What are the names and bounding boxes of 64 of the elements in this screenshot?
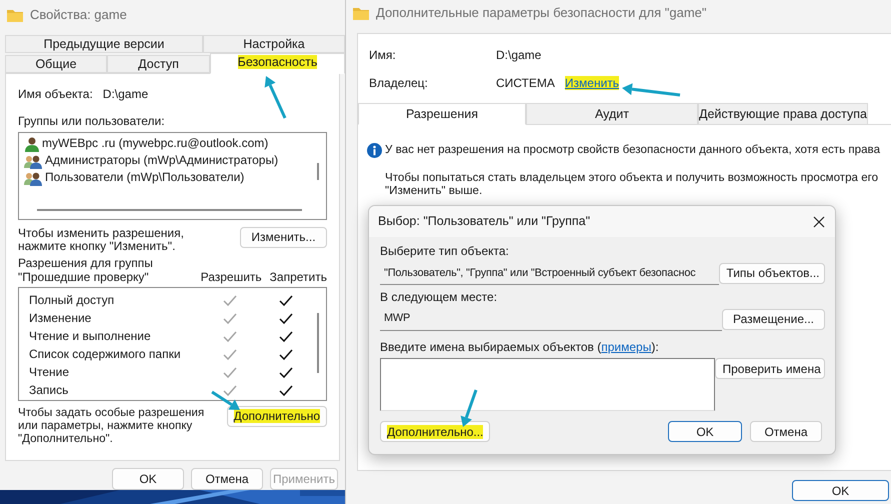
dialog-button[interactable]: OK (112, 468, 184, 490)
field-label: Владелец: (369, 76, 428, 90)
annotation-arrow (460, 390, 478, 427)
cancel-button[interactable]: Отмена (750, 421, 822, 442)
tab[interactable]: Разрешения (358, 102, 526, 125)
annotation-arrow (264, 76, 286, 119)
check-names-button[interactable]: Проверить имена (715, 358, 825, 380)
field-value: D:\game (496, 49, 542, 63)
change-button[interactable]: Изменить... (240, 226, 327, 248)
permission-label: Список содержимого папки (29, 346, 181, 361)
tab[interactable]: Предыдущие версии (5, 35, 203, 53)
permission-label: Запись (29, 382, 68, 397)
tab[interactable]: Аудит (526, 102, 698, 125)
permission-label: Чтение (29, 364, 70, 379)
locations-button[interactable]: Размещение... (722, 308, 825, 330)
window-title: Дополнительные параметры безопасности для "game" (376, 6, 706, 20)
object-types-button[interactable]: Типы объектов... (719, 262, 825, 284)
names-input[interactable] (380, 358, 716, 412)
column-header: Разрешить (200, 270, 262, 285)
field-label: В следующем месте: (380, 290, 498, 304)
hint-text: Чтобы задать особые разрешения или параметры, нажмите кнопку "Дополнительно". (18, 406, 206, 446)
section-label: Группы или пользователи: (18, 114, 165, 129)
folder-icon (7, 8, 23, 22)
field-value: СИСТЕМА (496, 76, 555, 91)
column-header: Запретить (270, 270, 327, 285)
hint-text: Чтобы изменить разрешения, нажмите кнопку "Изменить". (18, 226, 185, 254)
hint-text: Чтобы попытаться стать владельцем этого объекта и получить возможность просмотра его (385, 170, 878, 184)
section-label: Разрешения для группы "Прошедшие проверку" (18, 257, 154, 285)
user-icon (24, 136, 39, 152)
hint-text: "Изменить" выше. (385, 184, 482, 198)
field-label: Введите имена выбираемых объектов (примеры): (380, 340, 659, 354)
scrollbar (317, 312, 319, 373)
permission-label: Полный доступ (29, 292, 114, 307)
tab[interactable]: Доступ (107, 55, 210, 73)
close-icon[interactable] (813, 216, 825, 228)
info-message: У вас нет разрешения на просмотр свойств безопасности данного объекта, хотя есть права (385, 143, 880, 157)
tab[interactable]: Общие (5, 55, 107, 73)
group-icon (24, 154, 42, 169)
permission-label: Изменение (29, 310, 92, 325)
dialog-button[interactable]: Отмена (191, 468, 263, 490)
dialog-title: Выбор: "Пользователь" или "Группа" (378, 214, 590, 229)
group-icon (24, 170, 42, 186)
list-item[interactable]: Пользователи (mWp\Пользователи) (24, 170, 244, 187)
tab[interactable]: Безопасность (210, 53, 345, 74)
change-link[interactable]: Изменить (564, 76, 620, 91)
list-item[interactable]: myWEBpc .ru (mywebpc.ru@outlook.com) (24, 136, 268, 153)
tab[interactable]: Действующие права доступа (698, 102, 868, 125)
info-icon (367, 142, 382, 158)
list-item[interactable]: Администраторы (mWp\Администраторы) (24, 152, 278, 170)
examples-link[interactable]: примеры (601, 340, 652, 354)
object-name: D:\game (102, 88, 148, 102)
ok-button[interactable]: OK (668, 421, 742, 442)
tab[interactable]: Настройка (203, 35, 345, 53)
field-label: Имя объекта: (18, 88, 93, 102)
ok-button[interactable]: OK (792, 480, 889, 501)
permission-label: Чтение и выполнение (29, 328, 151, 343)
window-title: Свойства: game (30, 8, 127, 22)
annotation-arrow (211, 390, 240, 410)
advanced-button[interactable]: Дополнительно... (380, 421, 490, 442)
field-label: Выберите тип объекта: (380, 244, 509, 258)
scrollbar (317, 162, 319, 180)
field-label: Имя: (369, 48, 396, 62)
folder-icon (353, 6, 369, 20)
annotation-arrow (622, 83, 680, 96)
